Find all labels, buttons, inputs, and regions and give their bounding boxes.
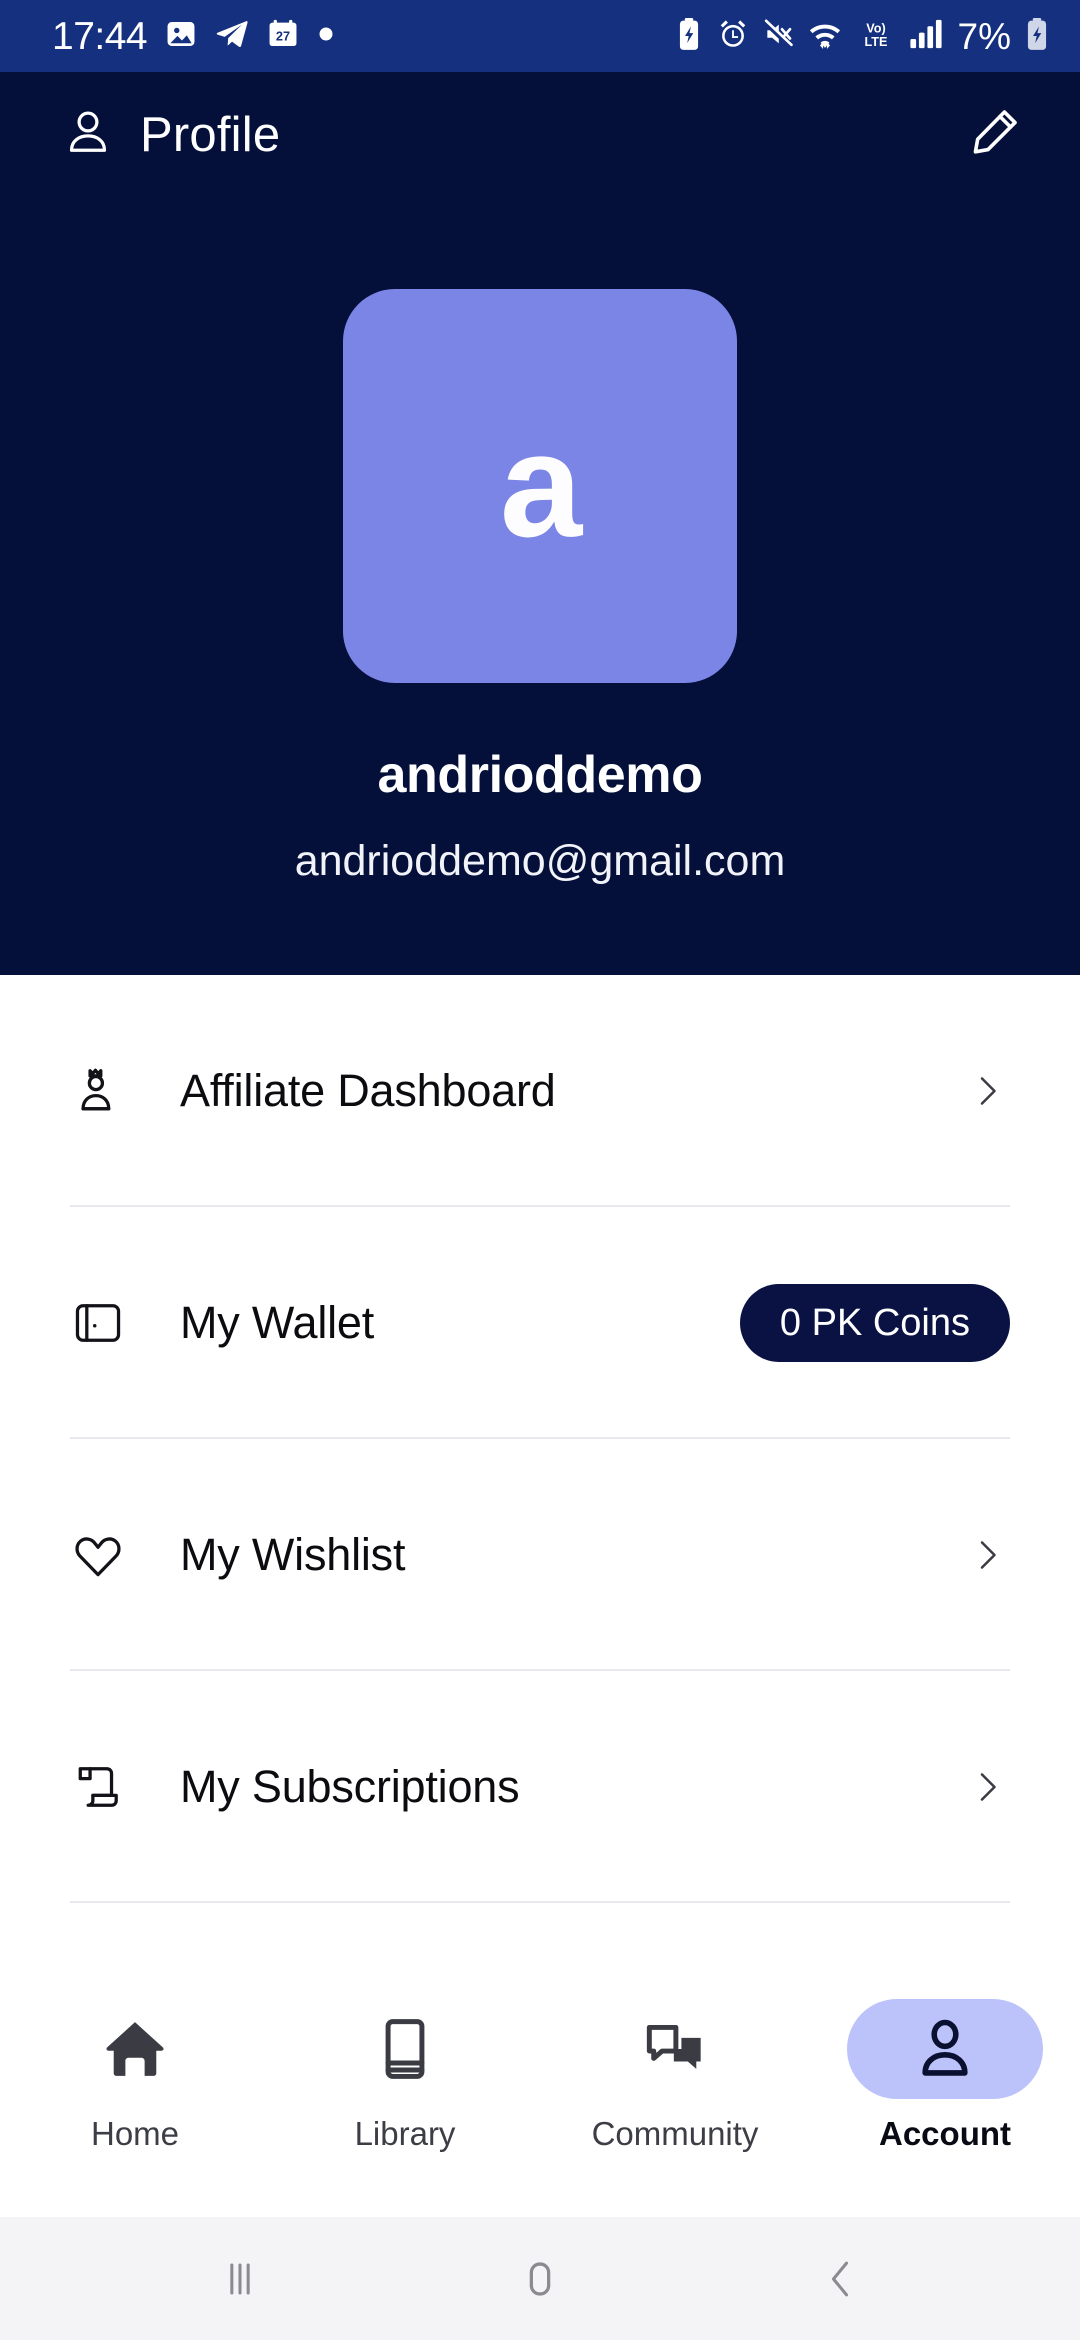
signal-icon — [909, 18, 943, 55]
status-bar-right: Vo) LTE 7% — [674, 17, 1050, 56]
affiliate-user-icon — [70, 1063, 132, 1119]
chat-bubbles-icon — [577, 1999, 773, 2099]
user-name: andrioddemo — [377, 746, 703, 804]
wifi-icon — [807, 18, 843, 55]
menu-item-my-subscriptions[interactable]: My Subscriptions — [70, 1671, 1010, 1903]
alarm-icon — [717, 18, 749, 55]
page-title: Profile — [140, 107, 281, 162]
person-icon — [62, 106, 114, 163]
menu-item-my-wishlist[interactable]: My Wishlist — [70, 1439, 1010, 1671]
battery-charging-icon — [1024, 17, 1050, 56]
telegram-icon — [215, 17, 249, 56]
pencil-icon — [968, 105, 1022, 164]
battery-saver-icon — [674, 17, 704, 56]
user-email: andrioddemo@gmail.com — [294, 837, 786, 885]
battery-percent-label: 7% — [957, 15, 1011, 57]
volte-icon: Vo) LTE — [856, 17, 896, 56]
heart-icon — [70, 1527, 132, 1583]
avatar-letter: a — [499, 403, 582, 568]
profile-menu-list: Affiliate Dashboard My Wallet 0 PK Coins… — [0, 975, 1080, 1977]
recents-icon[interactable] — [180, 2219, 300, 2339]
profile-header-bar: Profile — [0, 72, 1080, 197]
wallet-coins-badge[interactable]: 0 PK Coins — [739, 1284, 1010, 1362]
dot-icon — [317, 25, 335, 48]
nav-item-library[interactable]: Library — [270, 1999, 540, 2153]
menu-item-label: My Wishlist — [180, 1529, 406, 1580]
chevron-right-icon — [964, 1535, 1010, 1575]
nav-item-label: Library — [354, 2115, 456, 2152]
subscription-scroll-icon — [70, 1759, 132, 1815]
nav-item-account[interactable]: Account — [810, 1999, 1080, 2153]
chevron-right-icon — [964, 1071, 1010, 1111]
svg-text:27: 27 — [276, 28, 290, 43]
wallet-icon — [70, 1295, 132, 1351]
nav-item-home[interactable]: Home — [0, 1999, 270, 2153]
system-navigation-bar — [0, 2217, 1080, 2340]
edit-profile-button[interactable] — [958, 98, 1032, 172]
profile-header-left: Profile — [62, 106, 280, 163]
status-bar: 17:44 27 Vo) LTE 7% — [0, 0, 1080, 72]
nav-item-community[interactable]: Community — [540, 1999, 810, 2153]
menu-item-label: Affiliate Dashboard — [180, 1065, 556, 1116]
nav-item-label: Community — [591, 2115, 759, 2152]
back-chevron-icon[interactable] — [780, 2219, 900, 2339]
menu-item-label: My Subscriptions — [180, 1761, 520, 1812]
menu-item-affiliate-dashboard[interactable]: Affiliate Dashboard — [70, 975, 1010, 1207]
calendar-icon: 27 — [266, 17, 300, 56]
avatar[interactable]: a — [343, 289, 737, 683]
mute-icon — [762, 18, 794, 55]
phone-screen: 17:44 27 Vo) LTE 7% Profile a andrioddem… — [0, 0, 1080, 2340]
gallery-icon — [164, 17, 198, 56]
status-bar-clock: 17:44 — [52, 14, 148, 58]
svg-text:Vo): Vo) — [866, 21, 885, 35]
home-square-icon[interactable] — [480, 2219, 600, 2339]
svg-text:LTE: LTE — [864, 35, 887, 49]
profile-header: Profile a andrioddemo andrioddemo@gmail.… — [0, 72, 1080, 975]
menu-item-my-wallet[interactable]: My Wallet 0 PK Coins — [70, 1207, 1010, 1439]
status-bar-left: 17:44 27 — [52, 17, 335, 56]
library-book-icon — [307, 1999, 503, 2099]
nav-item-label: Account — [879, 2115, 1011, 2152]
chevron-right-icon — [964, 1767, 1010, 1807]
home-icon — [37, 1999, 233, 2099]
account-person-icon — [847, 1999, 1043, 2099]
nav-item-label: Home — [90, 2115, 180, 2152]
menu-item-label: My Wallet — [180, 1297, 375, 1348]
bottom-navigation: Home Library Community Account — [0, 1977, 1080, 2217]
